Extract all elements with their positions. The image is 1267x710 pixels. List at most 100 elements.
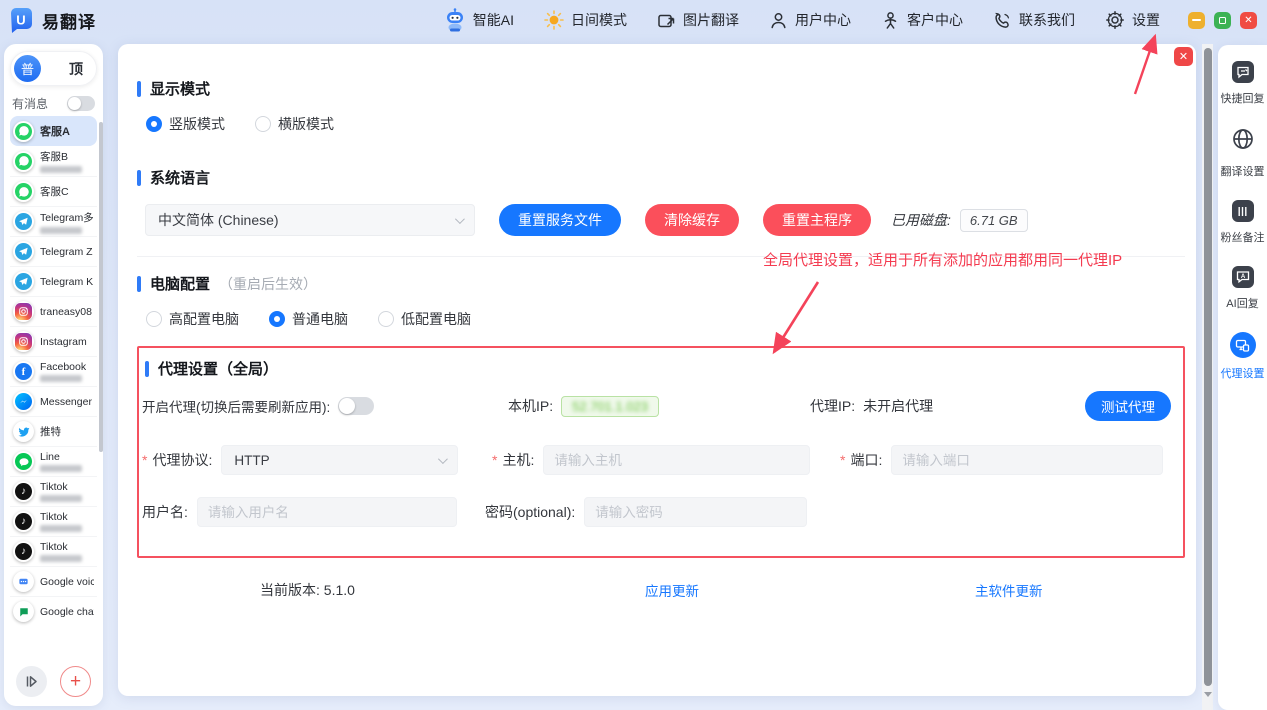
username-input[interactable] [197,497,457,527]
protocol-select[interactable]: HTTP [221,445,458,475]
phone-icon [993,11,1012,30]
radio-unselected-icon [378,311,394,327]
proxy-ip-value: 未开启代理 [863,396,933,416]
menu-item-label: 用户中心 [795,10,851,30]
menu-item-smart-ai[interactable]: 智能AI [444,8,514,32]
disk-usage: 已用磁盘: 6.71 GB [891,209,1028,232]
account-item[interactable]: Telegram Z [10,236,97,266]
account-item[interactable]: 客服B [10,146,97,176]
reset-main-program-button[interactable]: 重置主程序 [763,204,871,236]
account-item[interactable]: 推特 [10,416,97,446]
account-item[interactable]: Google chat [10,596,97,626]
image-translate-icon [657,11,676,30]
account-item[interactable]: Instagram [10,326,97,356]
customer-icon [881,11,900,30]
account-item[interactable]: Telegram多… [10,206,97,236]
tiktok-icon: ♪ [13,481,34,502]
radio-low-config[interactable]: 低配置电脑 [378,309,471,329]
username-label: 用户名: [142,502,188,522]
computer-config-hint: （重启后生效） [219,274,317,294]
google-voice-icon [13,571,34,592]
account-item[interactable]: Line [10,446,97,476]
sun-icon [544,10,564,30]
current-version: 当前版本: 5.1.0 [260,580,355,600]
menu-item-user-center[interactable]: 用户中心 [769,10,851,30]
account-item[interactable]: 客服A [10,116,97,146]
radio-high-config[interactable]: 高配置电脑 [146,309,239,329]
account-item[interactable]: Telegram K [10,266,97,296]
test-proxy-button[interactable]: 测试代理 [1085,391,1171,421]
proxy-settings-icon [1230,332,1256,358]
local-ip-label: 本机IP: [508,396,553,416]
main-scrollbar-thumb[interactable] [1204,48,1212,686]
scrollbar-down-arrow[interactable] [1204,692,1212,697]
message-filter-label: 有消息 [12,95,48,112]
version-row: 当前版本: 5.1.0 应用更新 主软件更新 [137,580,1185,602]
tool-translate-settings[interactable]: 翻译设置 [1221,127,1265,179]
app-update-link[interactable]: 应用更新 [645,580,699,600]
gear-icon [1105,10,1125,30]
account-item[interactable]: Messenger [10,386,97,416]
instagram-icon [13,301,34,322]
main-software-update-link[interactable]: 主软件更新 [975,580,1043,600]
computer-config-options: 高配置电脑 普通电脑 低配置电脑 [146,309,1185,329]
fan-notes-icon [1232,200,1254,222]
account-item[interactable]: f Facebook [10,356,97,386]
reset-service-files-button[interactable]: 重置服务文件 [499,204,621,236]
menu-item-contact-us[interactable]: 联系我们 [993,10,1075,30]
account-item[interactable]: traneasy08 [10,296,97,326]
menu-item-image-translate[interactable]: 图片翻译 [657,10,739,30]
clear-cache-button[interactable]: 清除缓存 [645,204,739,236]
svg-text:A: A [1240,274,1245,280]
menu-item-label: 智能AI [473,10,514,30]
menu-item-day-mode[interactable]: 日间模式 [544,10,627,30]
pin-top-button[interactable]: 顶 [69,59,83,79]
account-item[interactable]: ♪ Tiktok [10,476,97,506]
sidebar-bottom-bar: + [4,666,103,697]
tool-ai-reply[interactable]: A AI回复 [1226,266,1258,311]
display-mode-options: 竖版模式 横版模式 [146,114,1185,134]
collapse-sidebar-button[interactable] [16,666,47,697]
radio-horizontal-mode[interactable]: 横版模式 [255,114,334,134]
instagram-icon [13,331,34,352]
masked-subtitle [40,465,82,472]
maximize-button[interactable] [1214,12,1231,29]
section-accent-bar [137,276,141,292]
tool-quick-reply[interactable]: 快捷回复 [1221,61,1265,106]
host-input[interactable] [543,445,810,475]
menu-item-label: 日间模式 [571,10,627,30]
computer-config-section-title: 电脑配置 （重启后生效） [137,273,1185,294]
enable-proxy-toggle[interactable] [338,397,374,415]
account-item[interactable]: ♪ Tiktok [10,506,97,536]
masked-subtitle [40,166,82,173]
proxy-settings-box: 代理设置（全局） 开启代理(切换后需要刷新应用): 本机IP: 52.701.1… [137,346,1185,558]
radio-unselected-icon [255,116,271,132]
message-filter-toggle[interactable] [67,96,95,111]
app-title: 易翻译 [42,8,96,33]
radio-normal-config[interactable]: 普通电脑 [269,309,348,329]
menu-item-label: 联系我们 [1019,10,1075,30]
add-account-button[interactable]: + [60,666,91,697]
telegram-icon [13,271,34,292]
close-settings-button[interactable]: ✕ [1174,47,1193,66]
menu-item-settings[interactable]: 设置 [1105,10,1160,30]
group-filter-button[interactable]: 普 [14,55,41,82]
sidebar-scrollbar[interactable] [99,122,103,452]
menu-item-customer-center[interactable]: 客户中心 [881,10,963,30]
section-accent-bar [145,361,149,377]
telegram-icon [13,211,34,232]
plus-icon: + [70,672,81,691]
account-item[interactable]: Google voice [10,566,97,596]
close-window-button[interactable]: ✕ [1240,12,1257,29]
account-item[interactable]: ♪ Tiktok [10,536,97,566]
proxy-ip-label: 代理IP: [810,396,855,416]
radio-vertical-mode[interactable]: 竖版模式 [146,114,225,134]
account-item[interactable]: 客服C [10,176,97,206]
port-input[interactable] [891,445,1163,475]
password-input[interactable] [584,497,807,527]
language-select[interactable]: 中文简体 (Chinese) [145,204,475,236]
tool-proxy-settings[interactable]: 代理设置 [1221,332,1265,381]
minimize-button[interactable] [1188,12,1205,29]
tool-fan-notes[interactable]: 粉丝备注 [1221,200,1265,245]
message-filter-row: 有消息 [12,95,95,112]
